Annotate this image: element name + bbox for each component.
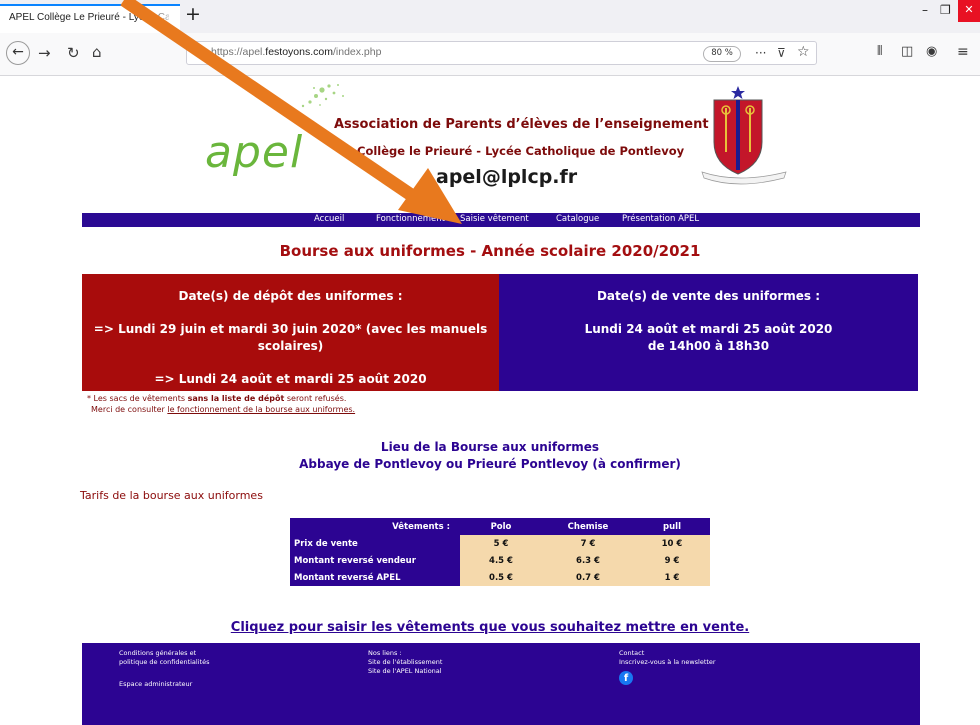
- site-footer: Conditions générales et politique de con…: [82, 643, 920, 725]
- menu-icon[interactable]: ≡: [957, 44, 969, 60]
- table-corner: Vêtements :: [290, 518, 460, 535]
- table-cell: 0.5 €: [460, 569, 542, 586]
- account-icon[interactable]: ◉: [926, 44, 937, 60]
- deposit-line-1: => Lundi 29 juin et mardi 30 juin 2020* …: [93, 322, 488, 336]
- back-icon[interactable]: ←: [6, 41, 30, 65]
- close-window-icon[interactable]: ✕: [958, 0, 980, 22]
- browser-tab-bar: APEL Collège Le Prieuré - Lycée Ca + – ❐…: [0, 0, 980, 33]
- sidebar-icon[interactable]: ◫: [901, 44, 913, 60]
- location-place: Abbaye de Pontlevoy ou Prieuré Pontlevoy…: [299, 457, 681, 471]
- table-cell: 1 €: [634, 569, 710, 586]
- sale-dates-panel: Date(s) de vente des uniformes : Lundi 2…: [499, 274, 918, 391]
- header-school-name: Collège le Prieuré - Lycée Catholique de…: [357, 144, 685, 158]
- new-tab-button[interactable]: +: [185, 5, 201, 24]
- deposit-dates-panel: Date(s) de dépôt des uniformes : => Lund…: [82, 274, 499, 391]
- restore-icon[interactable]: ❐: [940, 3, 951, 17]
- apel-logo[interactable]: apel: [205, 127, 303, 178]
- page-title: Bourse aux uniformes - Année scolaire 20…: [279, 242, 701, 260]
- reload-icon[interactable]: ↻: [67, 45, 80, 61]
- shield-icon[interactable]: ⛉: [193, 45, 201, 61]
- sale-line-1: Lundi 24 août et mardi 25 août 2020: [584, 322, 833, 336]
- menu-item-fonctionnement[interactable]: Fonctionnement: [376, 214, 445, 224]
- minimize-icon[interactable]: –: [922, 3, 928, 17]
- address-bar[interactable]: ⛉ https://apel.festoyons.com/index.php 8…: [186, 41, 817, 65]
- pocket-icon[interactable]: ⊽: [777, 45, 786, 61]
- table-row: Montant reversé APEL 0.5 € 0.7 € 1 €: [290, 569, 710, 586]
- web-page: apel Association de Parents d’élèves de …: [0, 76, 980, 725]
- table-cell: 4.5 €: [460, 552, 542, 569]
- footer-contact-link[interactable]: Contact: [619, 649, 644, 658]
- row-header: Prix de vente: [290, 535, 460, 552]
- footer-links-title: Nos liens :: [368, 649, 402, 657]
- deposit-heading: Date(s) de dépôt des uniformes :: [178, 289, 403, 303]
- location-title: Lieu de la Bourse aux uniformes: [380, 440, 600, 454]
- header-email: apel@lplcp.fr: [436, 166, 578, 188]
- menu-item-presentation-apel[interactable]: Présentation APEL: [622, 214, 699, 224]
- footer-newsletter-link[interactable]: Inscrivez-vous à la newsletter: [619, 658, 716, 667]
- menu-item-saisie-vetement[interactable]: Saisie vêtement: [460, 214, 529, 224]
- fonctionnement-link[interactable]: le fonctionnement de la bourse aux unifo…: [167, 405, 355, 414]
- row-header: Montant reversé APEL: [290, 569, 460, 586]
- deposit-line-2: scolaires): [257, 339, 324, 353]
- table-cell: 7 €: [542, 535, 634, 552]
- footer-terms-link-line1[interactable]: Conditions générales et: [119, 649, 196, 658]
- table-cell: 0.7 €: [542, 569, 634, 586]
- url-text: https://apel.festoyons.com/index.php: [211, 46, 382, 58]
- bookmark-star-icon[interactable]: ☆: [797, 44, 810, 60]
- more-icon[interactable]: ···: [755, 45, 766, 61]
- footer-apel-national-link[interactable]: Site de l'APEL National: [368, 667, 442, 676]
- column-header: pull: [634, 518, 710, 535]
- forward-icon[interactable]: →: [38, 45, 51, 61]
- tarifs-title: Tarifs de la bourse aux uniformes: [80, 489, 263, 502]
- table-row: Prix de vente 5 € 7 € 10 €: [290, 535, 710, 552]
- school-crest-logo: [701, 86, 787, 185]
- column-header: Polo: [460, 518, 542, 535]
- footer-school-site-link[interactable]: Site de l'établissement: [368, 658, 442, 667]
- browser-tab[interactable]: APEL Collège Le Prieuré - Lycée Ca: [0, 4, 180, 33]
- table-cell: 6.3 €: [542, 552, 634, 569]
- deposit-note: * Les sacs de vêtements sans la liste de…: [87, 394, 356, 414]
- header-association-title: Association de Parents d’élèves de l’ens…: [334, 117, 747, 132]
- column-header: Chemise: [542, 518, 634, 535]
- table-cell: 9 €: [634, 552, 710, 569]
- library-icon[interactable]: ⫴: [877, 44, 882, 60]
- table-cell: 10 €: [634, 535, 710, 552]
- deposit-line-3: => Lundi 24 août et mardi 25 août 2020: [154, 372, 427, 386]
- menu-item-catalogue[interactable]: Catalogue: [556, 214, 599, 224]
- browser-nav-bar: ← → ↻ ⌂ ⛉ https://apel.festoyons.com/ind…: [0, 33, 980, 76]
- site-menu-bar: Accueil Fonctionnement Saisie vêtement C…: [82, 213, 920, 227]
- home-icon[interactable]: ⌂: [92, 44, 102, 60]
- footer-admin-link[interactable]: Espace administrateur: [119, 680, 192, 689]
- table-row: Montant reversé vendeur 4.5 € 6.3 € 9 €: [290, 552, 710, 569]
- price-table: Vêtements : Polo Chemise pull Prix de ve…: [290, 518, 710, 586]
- table-cell: 5 €: [460, 535, 542, 552]
- menu-item-accueil[interactable]: Accueil: [314, 214, 344, 224]
- row-header: Montant reversé vendeur: [290, 552, 460, 569]
- sale-line-2: de 14h00 à 18h30: [647, 339, 770, 353]
- table-header-row: Vêtements : Polo Chemise pull: [290, 518, 710, 535]
- facebook-icon[interactable]: f: [619, 671, 633, 685]
- sale-heading: Date(s) de vente des uniformes :: [596, 289, 821, 303]
- footer-terms-link-line2[interactable]: politique de confidentialités: [119, 658, 209, 667]
- submit-clothes-link[interactable]: Cliquez pour saisir les vêtements que vo…: [0, 620, 980, 635]
- zoom-badge[interactable]: 80 %: [703, 46, 741, 62]
